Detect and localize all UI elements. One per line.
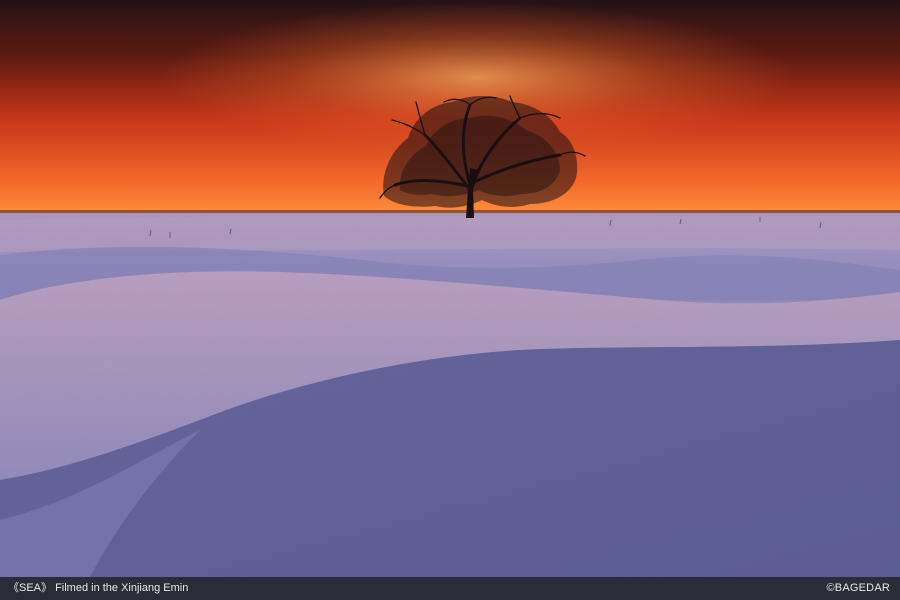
landscape-photo bbox=[0, 0, 900, 577]
caption-bar: 《SEA》 Filmed in the Xinjiang Emin ©BAGED… bbox=[0, 577, 900, 600]
photo-scene bbox=[0, 0, 900, 577]
photographer-credit: ©BAGEDAR bbox=[826, 582, 890, 594]
photo-caption: 《SEA》 Filmed in the Xinjiang Emin bbox=[8, 582, 189, 594]
